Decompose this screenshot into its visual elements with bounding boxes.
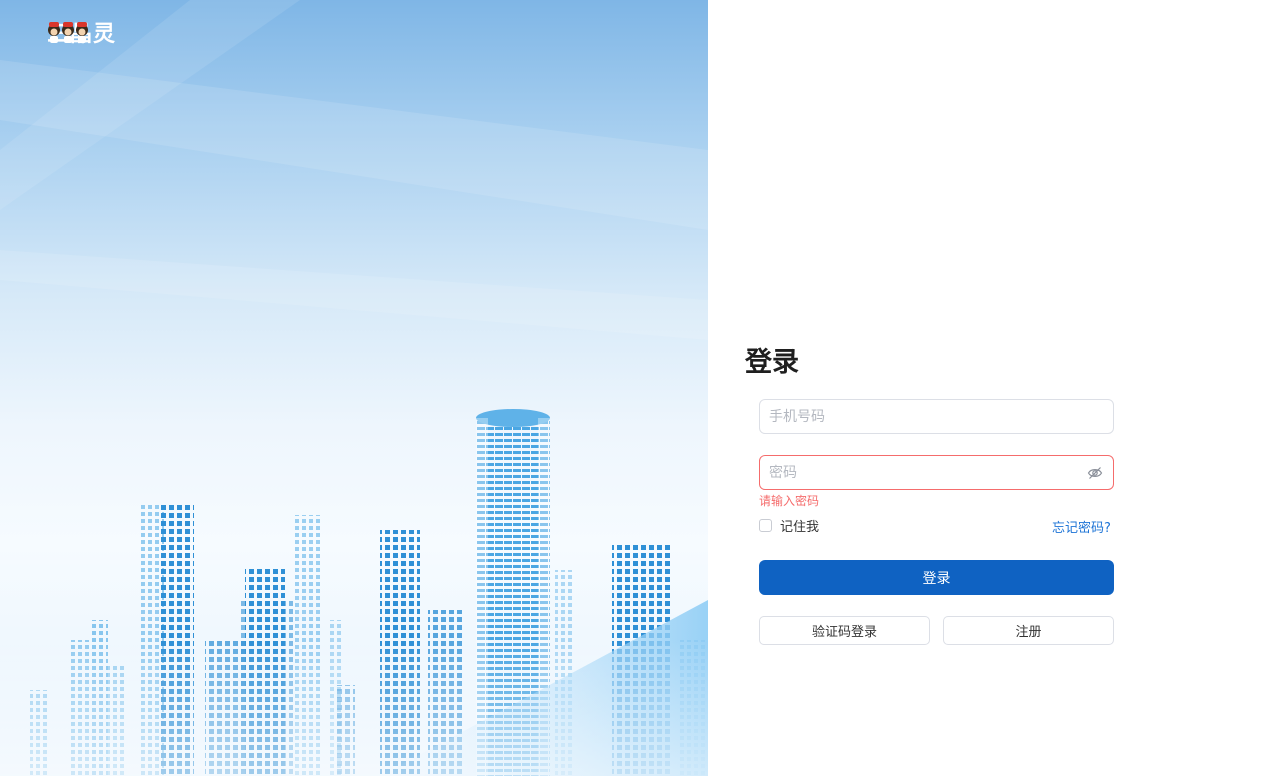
sms-login-button[interactable]: 验证码登录 (759, 616, 930, 645)
three-characters-logo-icon (48, 22, 88, 43)
password-input[interactable] (760, 456, 1069, 489)
remember-label: 记住我 (780, 519, 820, 535)
brand-logo: 三晶灵 (47, 18, 116, 47)
register-button[interactable]: 注册 (943, 616, 1114, 645)
remember-me[interactable]: 记住我 (759, 517, 820, 535)
page-title: 登录 (745, 347, 799, 378)
city-skyline-illustration (0, 0, 708, 776)
remember-checkbox[interactable] (759, 518, 772, 532)
password-error-message: 请输入密码 (759, 494, 820, 508)
hero-panel: 三晶灵 (0, 0, 708, 776)
phone-field (759, 399, 1114, 434)
eye-off-icon[interactable] (1087, 465, 1103, 481)
phone-input[interactable] (760, 400, 1069, 433)
forgot-password-link[interactable]: 忘记密码? (1052, 517, 1111, 536)
login-button[interactable]: 登录 (759, 560, 1114, 595)
password-field (759, 455, 1114, 490)
